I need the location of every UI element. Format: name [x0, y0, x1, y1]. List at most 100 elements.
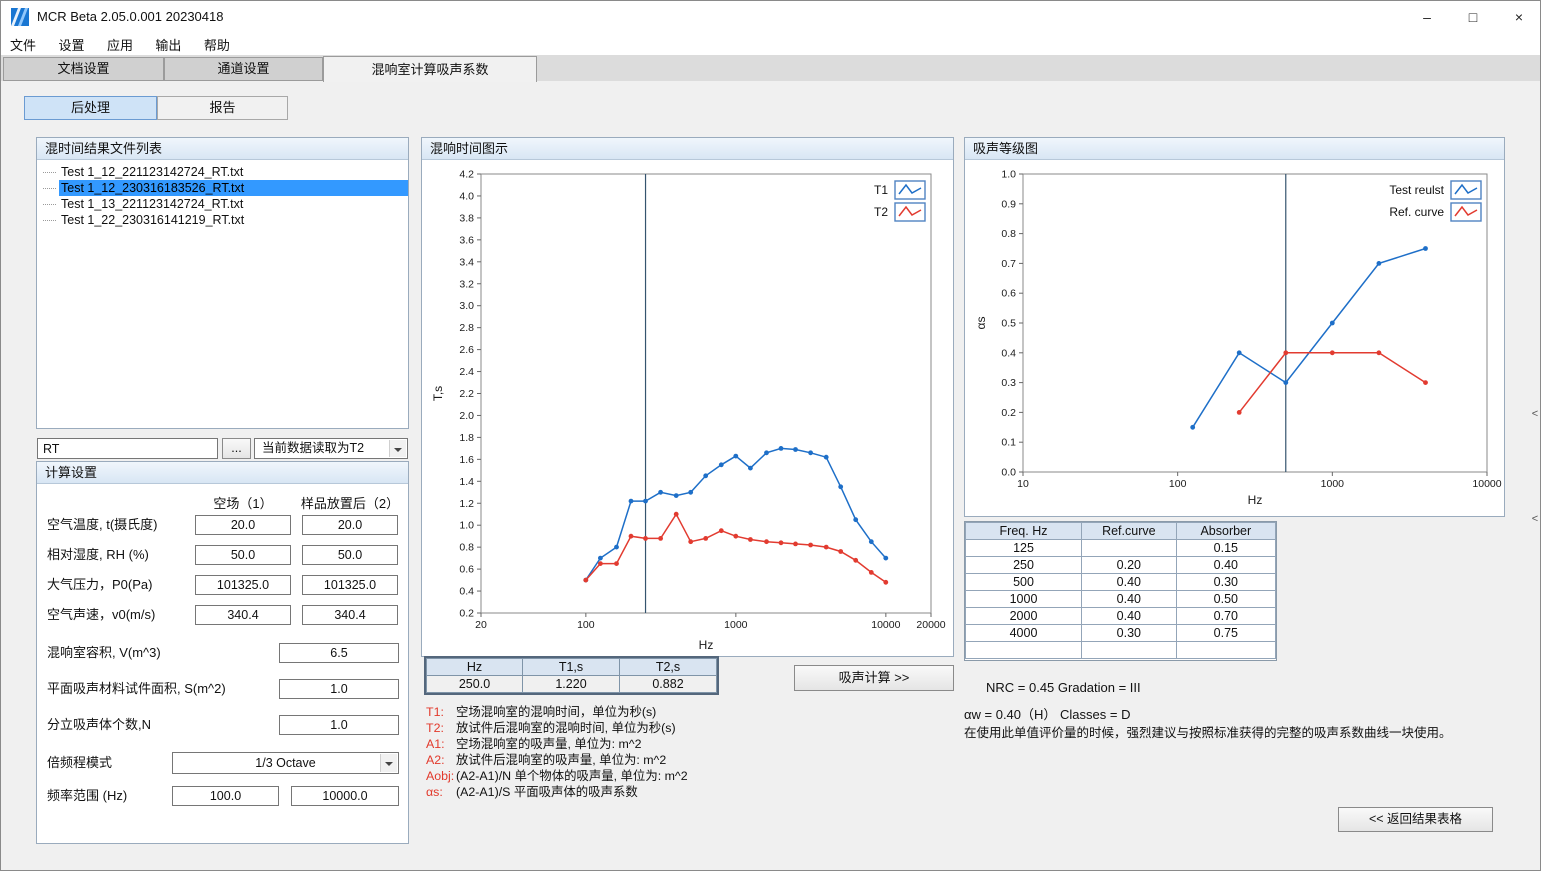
current-data-select[interactable]: 当前数据读取为T2: [254, 438, 408, 459]
svg-text:0.8: 0.8: [459, 542, 474, 554]
freq-min-field[interactable]: [172, 786, 279, 806]
absorption-grade-chart[interactable]: 0.00.10.20.30.40.50.60.70.80.91.01010010…: [965, 160, 1504, 516]
room-volume-label: 混响室容积, V(m^3): [47, 643, 161, 663]
minimize-button[interactable]: –: [1404, 1, 1450, 33]
tab-reverb-room-absorption[interactable]: 混响室计算吸声系数: [323, 56, 537, 82]
sound-speed-label: 空气声速，v0(m/s): [47, 605, 155, 625]
svg-text:0.1: 0.1: [1001, 437, 1016, 449]
titlebar[interactable]: MCR Beta 2.05.0.001 20230418 – □ ×: [1, 1, 1540, 33]
tree-branch-icon: [43, 187, 56, 189]
table-row[interactable]: 40000.300.75: [966, 625, 1276, 642]
rt-file-list-title: 混时间结果文件列表: [37, 138, 408, 160]
air-temp-sample-field[interactable]: [302, 515, 398, 535]
app-window: MCR Beta 2.05.0.001 20230418 – □ × 文件 设置…: [0, 0, 1541, 871]
chevron-down-icon: [380, 754, 397, 772]
freq-range-label: 频率范围 (Hz): [47, 786, 127, 806]
svg-text:10000: 10000: [871, 619, 900, 631]
svg-text:0.9: 0.9: [1001, 198, 1016, 210]
svg-text:T1: T1: [874, 183, 888, 197]
octave-mode-select[interactable]: 1/3 Octave: [172, 752, 399, 774]
freq-max-field[interactable]: [291, 786, 399, 806]
cursor-values-table[interactable]: Hz T1,s T2,s 250.0 1.220 0.882: [426, 658, 717, 693]
svg-text:0.6: 0.6: [1001, 288, 1016, 300]
pressure-empty-field[interactable]: [195, 575, 291, 595]
pressure-label: 大气压力，P0(Pa): [47, 575, 152, 595]
maximize-button[interactable]: □: [1450, 1, 1496, 33]
svg-text:0.0: 0.0: [1001, 467, 1016, 479]
svg-text:0.5: 0.5: [1001, 318, 1016, 330]
cursor-t2-value: 0.882: [620, 676, 717, 693]
svg-text:0.6: 0.6: [459, 564, 474, 576]
svg-text:0.2: 0.2: [459, 608, 474, 620]
svg-text:0.3: 0.3: [1001, 377, 1016, 389]
col-absorber: Absorber: [1176, 523, 1275, 540]
table-row[interactable]: 2500.200.40: [966, 557, 1276, 574]
room-volume-field[interactable]: [279, 643, 399, 663]
back-to-results-button[interactable]: << 返回结果表格: [1338, 807, 1493, 832]
table-row[interactable]: 1250.15: [966, 540, 1276, 557]
collapse-panel-handle[interactable]: <: [1529, 504, 1541, 534]
cursor-col-t2: T2,s: [620, 659, 717, 676]
svg-text:1.2: 1.2: [459, 498, 474, 510]
reverberation-time-chart[interactable]: 0.20.40.60.81.01.21.41.61.82.02.22.42.62…: [422, 160, 953, 656]
file-list-item[interactable]: Test 1_12_221123142724_RT.txt: [37, 164, 408, 180]
table-row[interactable]: 20000.400.70: [966, 608, 1276, 625]
menu-settings[interactable]: 设置: [49, 33, 93, 56]
sample-area-field[interactable]: [279, 679, 399, 699]
tab-document-settings[interactable]: 文档设置: [3, 57, 164, 81]
svg-text:1000: 1000: [724, 619, 748, 631]
sound-speed-empty-field[interactable]: [195, 605, 291, 625]
note-alphas: αs:(A2-A1)/S 平面吸声体的吸声系数: [426, 784, 961, 800]
subtab-report[interactable]: 报告: [157, 96, 288, 120]
app-logo-icon: [11, 8, 29, 26]
absorption-calc-button[interactable]: 吸声计算 >>: [794, 665, 954, 691]
sample-area-label: 平面吸声材料试件面积, S(m^2): [47, 679, 226, 699]
absorber-count-field[interactable]: [279, 715, 399, 735]
rt-file-list[interactable]: Test 1_12_221123142724_RT.txt Test 1_12_…: [37, 160, 408, 428]
svg-text:Test reulst: Test reulst: [1389, 183, 1444, 197]
svg-text:T2: T2: [874, 205, 888, 219]
svg-text:10000: 10000: [1472, 478, 1501, 490]
svg-text:10: 10: [1017, 478, 1029, 490]
collapse-panel-handle[interactable]: <: [1529, 399, 1541, 429]
humidity-empty-field[interactable]: [195, 545, 291, 565]
humidity-sample-field[interactable]: [302, 545, 398, 565]
table-row[interactable]: 5000.400.30: [966, 574, 1276, 591]
svg-text:3.0: 3.0: [459, 300, 474, 312]
svg-text:Ref. curve: Ref. curve: [1389, 205, 1444, 219]
svg-text:1.0: 1.0: [459, 520, 474, 532]
svg-text:20: 20: [475, 619, 487, 631]
browse-button[interactable]: ...: [222, 438, 251, 459]
svg-text:3.6: 3.6: [459, 234, 474, 246]
svg-text:αs: αs: [974, 317, 988, 330]
svg-text:1.4: 1.4: [459, 476, 474, 488]
table-row[interactable]: 10000.400.50: [966, 591, 1276, 608]
nrc-result: NRC = 0.45 Gradation = III: [986, 680, 1141, 695]
menu-apply[interactable]: 应用: [98, 33, 142, 56]
file-list-item-selected[interactable]: Test 1_12_230316183526_RT.txt: [37, 180, 408, 196]
file-list-item[interactable]: Test 1_13_221123142724_RT.txt: [37, 196, 408, 212]
rt-name-input[interactable]: [37, 438, 218, 459]
tab-channel-settings[interactable]: 通道设置: [164, 57, 323, 81]
svg-text:Hz: Hz: [699, 638, 714, 652]
file-list-item[interactable]: Test 1_22_230316141219_RT.txt: [37, 212, 408, 228]
sound-speed-sample-field[interactable]: [302, 605, 398, 625]
absorption-result-table[interactable]: Freq. Hz Ref.curve Absorber 1250.15 2500…: [965, 522, 1276, 659]
close-button[interactable]: ×: [1496, 1, 1541, 33]
menu-file[interactable]: 文件: [1, 33, 45, 56]
svg-text:3.4: 3.4: [459, 256, 474, 268]
absorption-result-table-wrap[interactable]: Freq. Hz Ref.curve Absorber 1250.15 2500…: [964, 521, 1277, 661]
pressure-sample-field[interactable]: [302, 575, 398, 595]
rt-chart-title: 混响时间图示: [422, 138, 953, 160]
svg-text:2.6: 2.6: [459, 344, 474, 356]
svg-text:4.2: 4.2: [459, 169, 474, 181]
menu-output[interactable]: 输出: [146, 33, 190, 56]
column-header-with-sample: 样品放置后（2）: [295, 493, 405, 512]
air-temp-label: 空气温度, t(摄氏度): [47, 515, 158, 535]
cursor-col-t1: T1,s: [523, 659, 620, 676]
menu-bar: 文件 设置 应用 输出 帮助: [1, 33, 1540, 55]
svg-text:0.4: 0.4: [459, 586, 474, 598]
air-temp-empty-field[interactable]: [195, 515, 291, 535]
subtab-postprocess[interactable]: 后处理: [24, 96, 157, 120]
menu-help[interactable]: 帮助: [195, 33, 239, 56]
